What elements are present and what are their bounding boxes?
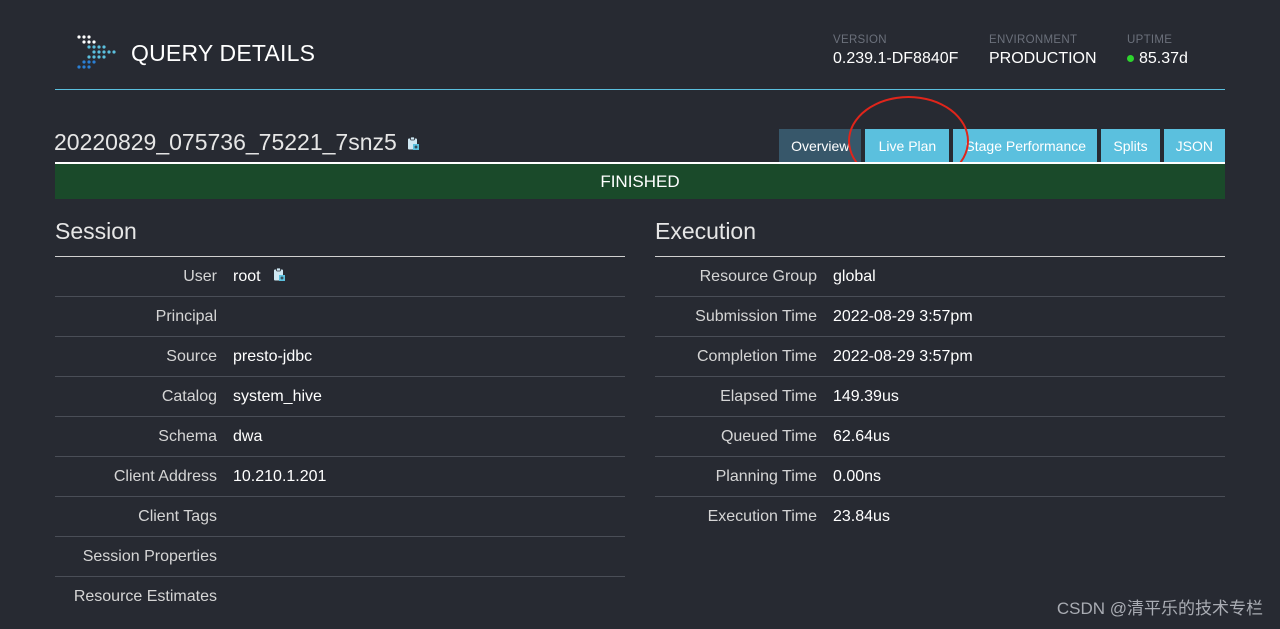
table-row: Elapsed Time 149.39us xyxy=(655,377,1225,417)
row-key: Principal xyxy=(155,307,217,325)
version-label: VERSION xyxy=(833,34,887,46)
row-value: system_hive xyxy=(233,387,322,405)
row-key: Execution Time xyxy=(707,507,817,525)
table-row: Catalog system_hive xyxy=(55,377,625,417)
table-row: Source presto-jdbc xyxy=(55,337,625,377)
row-key: Catalog xyxy=(161,387,217,405)
row-key: Elapsed Time xyxy=(720,387,817,405)
table-row: Queued Time 62.64us xyxy=(655,417,1225,457)
watermark: CSDN @清平乐的技术专栏 xyxy=(1056,599,1263,618)
query-id-heading: 20220829_075736_75221_7snz5 xyxy=(54,129,420,157)
row-key: Source xyxy=(166,347,217,365)
page-header: QUERY DETAILS VERSION 0.239.1-DF8840F EN… xyxy=(55,0,1225,90)
environment-label: ENVIRONMENT xyxy=(989,34,1078,46)
row-key: Completion Time xyxy=(696,347,817,365)
uptime-label: UPTIME xyxy=(1127,34,1173,46)
query-id: 20220829_075736_75221_7snz5 xyxy=(54,129,397,155)
table-row: Resource Estimates xyxy=(55,577,625,616)
row-value: 149.39us xyxy=(833,387,899,405)
table-row: Completion Time 2022-08-29 3:57pm xyxy=(655,337,1225,377)
row-value: 2022-08-29 3:57pm xyxy=(833,347,973,365)
execution-title: Execution xyxy=(655,218,1225,257)
row-value: 0.00ns xyxy=(833,467,882,485)
table-row: Resource Group global xyxy=(655,257,1225,297)
table-row: Execution Time 23.84us xyxy=(655,497,1225,536)
row-key: Submission Time xyxy=(695,307,817,325)
row-key: Planning Time xyxy=(715,467,817,485)
table-row: Client Address 10.210.1.201 xyxy=(55,457,625,497)
row-value: 10.210.1.201 xyxy=(233,467,327,485)
table-row: Submission Time 2022-08-29 3:57pm xyxy=(655,297,1225,337)
row-value: 62.64us xyxy=(833,427,890,445)
row-key: Queued Time xyxy=(720,427,817,445)
row-value: root xyxy=(233,267,261,285)
row-value: global xyxy=(833,267,876,285)
version-stat: VERSION 0.239.1-DF8840F xyxy=(833,34,958,68)
environment-stat: ENVIRONMENT PRODUCTION xyxy=(989,34,1097,68)
environment-value: PRODUCTION xyxy=(989,50,1097,67)
table-row: Planning Time 0.00ns xyxy=(655,457,1225,497)
tab-overview[interactable]: Overview xyxy=(779,129,862,162)
presto-logo-icon xyxy=(77,35,116,69)
clipboard-icon[interactable] xyxy=(407,130,420,157)
row-value: 2022-08-29 3:57pm xyxy=(833,307,973,325)
row-value: 23.84us xyxy=(833,507,890,525)
table-row: Schema dwa xyxy=(55,417,625,457)
row-key: Schema xyxy=(158,427,217,445)
query-tabs: Overview Live Plan Stage Performance Spl… xyxy=(775,129,1225,162)
row-key: Client Tags xyxy=(138,507,217,525)
uptime-stat: UPTIME 85.37d xyxy=(1127,34,1188,68)
clipboard-icon[interactable] xyxy=(273,267,286,287)
row-key: Resource Estimates xyxy=(73,587,217,605)
uptime-status-dot xyxy=(1127,55,1134,62)
row-key: Resource Group xyxy=(699,267,817,285)
row-value: presto-jdbc xyxy=(233,347,313,365)
table-row: Principal xyxy=(55,297,625,337)
session-panel: Session User root Principal Source presto-… xyxy=(55,218,625,616)
row-key: Client Address xyxy=(113,467,217,485)
row-key: User xyxy=(183,267,217,285)
table-row: Client Tags xyxy=(55,497,625,537)
uptime-value: 85.37d xyxy=(1139,50,1188,67)
row-value: dwa xyxy=(233,427,263,445)
session-title: Session xyxy=(55,218,625,257)
version-value: 0.239.1-DF8840F xyxy=(833,50,959,67)
row-key: Session Properties xyxy=(82,547,217,565)
tab-stage-performance[interactable]: Stage Performance xyxy=(953,129,1098,162)
execution-panel: Execution Resource Group global Submissio… xyxy=(655,218,1225,536)
app-title: QUERY DETAILS xyxy=(131,40,316,66)
query-status-bar: FINISHED xyxy=(55,162,1225,199)
tab-live-plan[interactable]: Live Plan xyxy=(865,129,950,162)
tab-splits[interactable]: Splits xyxy=(1101,129,1160,162)
tab-json[interactable]: JSON xyxy=(1163,129,1225,162)
table-row: User root xyxy=(55,257,625,297)
table-row: Session Properties xyxy=(55,537,625,577)
